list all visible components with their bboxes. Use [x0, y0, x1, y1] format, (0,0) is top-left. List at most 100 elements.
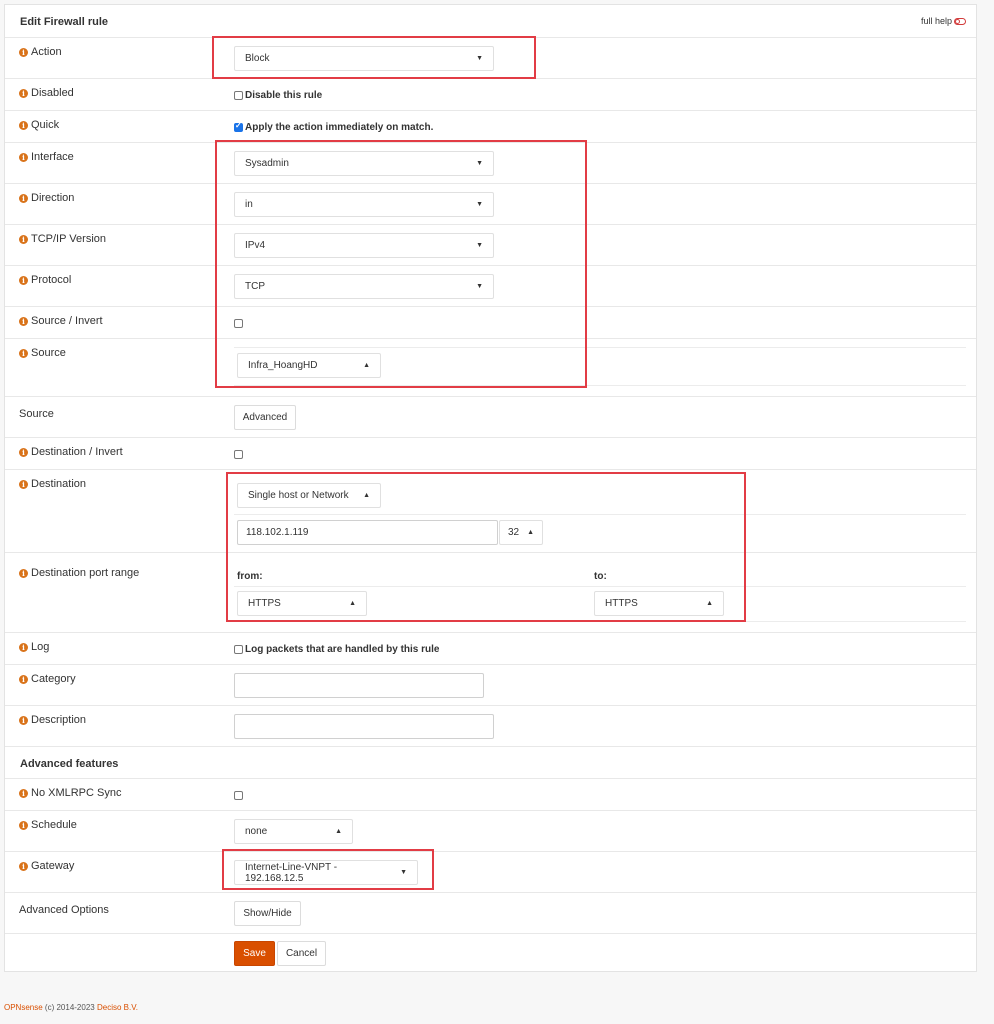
description-label: Description	[31, 714, 87, 726]
schedule-value: none	[245, 826, 268, 837]
action-label: Action	[31, 46, 62, 58]
source-invert-label-wrap: i Source / Invert	[19, 315, 103, 327]
checkbox-checked[interactable]	[234, 121, 243, 132]
info-icon[interactable]: i	[19, 275, 28, 285]
dest-invert-checkbox[interactable]	[234, 450, 243, 459]
info-icon[interactable]: i	[19, 120, 28, 130]
destination-label: Destination	[31, 478, 87, 490]
brand-link[interactable]: OPNsense	[4, 1003, 43, 1012]
category-input[interactable]	[234, 673, 484, 698]
source-select[interactable]: Infra_HoangHD ▲	[237, 353, 381, 378]
destination-type-value: Single host or Network	[248, 490, 349, 501]
page-title: Edit Firewall rule	[20, 16, 109, 28]
from-label: from:	[237, 571, 263, 582]
row-gateway: i Gateway Internet-Line-VNPT - 192.168.12…	[5, 851, 976, 892]
info-icon[interactable]: i	[19, 820, 28, 830]
schedule-select[interactable]: none ▲	[234, 819, 353, 844]
row-category: i Category	[5, 664, 976, 705]
checkbox[interactable]	[234, 645, 243, 654]
info-icon[interactable]: i	[19, 479, 28, 489]
protocol-select[interactable]: TCP ▼	[234, 274, 494, 299]
no-xmlrpc-checkbox[interactable]	[234, 791, 243, 800]
direction-label: Direction	[31, 192, 75, 204]
destination-type-select[interactable]: Single host or Network ▲	[237, 483, 381, 508]
source-label: Source	[31, 347, 66, 359]
info-icon[interactable]: i	[19, 568, 28, 578]
source-value: Infra_HoangHD	[248, 360, 318, 371]
panel-header: Edit Firewall rule full help	[5, 5, 976, 37]
info-icon[interactable]: i	[19, 788, 28, 798]
info-icon[interactable]: i	[19, 47, 28, 57]
row-source: i Source Infra_HoangHD ▲	[5, 338, 976, 396]
dest-port-to-select[interactable]: HTTPS ▲	[594, 591, 724, 616]
direction-select[interactable]: in ▼	[234, 192, 494, 217]
interface-select[interactable]: Sysadmin ▼	[234, 151, 494, 176]
company-link[interactable]: Deciso B.V.	[97, 1003, 138, 1012]
caret-down-icon: ▼	[476, 242, 483, 249]
dest-invert-label: Destination / Invert	[31, 446, 123, 458]
show-hide-button[interactable]: Show/Hide	[234, 901, 301, 926]
gateway-label-wrap: i Gateway	[19, 860, 74, 872]
cancel-button[interactable]: Cancel	[277, 941, 326, 966]
protocol-label: Protocol	[31, 274, 72, 286]
row-description: i Description	[5, 705, 976, 746]
disable-rule-checkbox[interactable]: Disable this rule	[234, 90, 322, 101]
info-icon[interactable]: i	[19, 193, 28, 203]
caret-up-icon: ▲	[527, 529, 535, 536]
info-icon[interactable]: i	[19, 316, 28, 326]
row-advanced-options: Advanced Options Show/Hide	[5, 892, 976, 933]
ipversion-select[interactable]: IPv4 ▼	[234, 233, 494, 258]
row-source-advanced: Source Advanced	[5, 396, 976, 437]
divider	[234, 385, 966, 386]
row-log: i Log Log packets that are handled by thi…	[5, 632, 976, 664]
info-icon[interactable]: i	[19, 348, 28, 358]
dest-port-to-value: HTTPS	[605, 598, 638, 609]
gateway-value: Internet-Line-VNPT - 192.168.12.5	[245, 861, 338, 884]
log-checkbox[interactable]: Log packets that are handled by this rul…	[234, 644, 440, 655]
quick-checkbox[interactable]: Apply the action immediately on match.	[234, 121, 433, 133]
quick-label: Quick	[31, 119, 60, 131]
caret-down-icon: ▼	[476, 201, 483, 208]
info-icon[interactable]: i	[19, 642, 28, 652]
protocol-label-wrap: i Protocol	[19, 274, 71, 286]
info-icon[interactable]: i	[19, 715, 28, 725]
dest-invert-label-wrap: i Destination / Invert	[19, 446, 123, 458]
to-label: to:	[594, 571, 607, 582]
firewall-rule-panel: Edit Firewall rule full help i Action Blo…	[4, 4, 977, 972]
destination-address-input[interactable]: 118.102.1.119	[237, 520, 498, 545]
direction-value: in	[245, 199, 253, 210]
schedule-label-wrap: i Schedule	[19, 819, 77, 831]
category-label: Category	[31, 673, 76, 685]
action-select[interactable]: Block ▼	[234, 46, 494, 71]
info-icon[interactable]: i	[19, 447, 28, 457]
destination-mask-value: 32	[508, 527, 520, 538]
footer: OPNsense (c) 2014-2023 Deciso B.V.	[4, 1003, 138, 1012]
row-schedule: i Schedule none ▲	[5, 810, 976, 851]
protocol-value: TCP	[245, 281, 265, 292]
info-icon[interactable]: i	[19, 674, 28, 684]
destination-mask-select[interactable]: 32 ▲	[499, 520, 543, 545]
gateway-select[interactable]: Internet-Line-VNPT - 192.168.12.5 ▼	[234, 860, 418, 885]
caret-up-icon: ▲	[706, 600, 713, 607]
info-icon[interactable]: i	[19, 861, 28, 871]
row-advanced-features: Advanced features	[5, 746, 976, 778]
description-input[interactable]	[234, 714, 494, 739]
advanced-button[interactable]: Advanced	[234, 405, 296, 430]
destination-label-wrap: i Destination	[19, 478, 86, 490]
row-source-invert: i Source / Invert	[5, 306, 976, 338]
ipversion-label-wrap: i TCP/IP Version	[19, 233, 106, 245]
info-icon[interactable]: i	[19, 88, 28, 98]
info-icon[interactable]: i	[19, 152, 28, 162]
log-text: Log packets that are handled by this rul…	[245, 644, 440, 655]
full-help-toggle[interactable]: full help	[921, 16, 966, 26]
row-dest-invert: i Destination / Invert	[5, 437, 976, 469]
source-invert-checkbox[interactable]	[234, 319, 243, 328]
row-interface: i Interface Sysadmin ▼	[5, 142, 976, 183]
save-button[interactable]: Save	[234, 941, 275, 966]
caret-down-icon: ▼	[476, 55, 483, 62]
caret-down-icon: ▼	[476, 283, 483, 290]
dest-port-from-select[interactable]: HTTPS ▲	[237, 591, 367, 616]
checkbox[interactable]	[234, 91, 243, 100]
info-icon[interactable]: i	[19, 234, 28, 244]
row-direction: i Direction in ▼	[5, 183, 976, 224]
